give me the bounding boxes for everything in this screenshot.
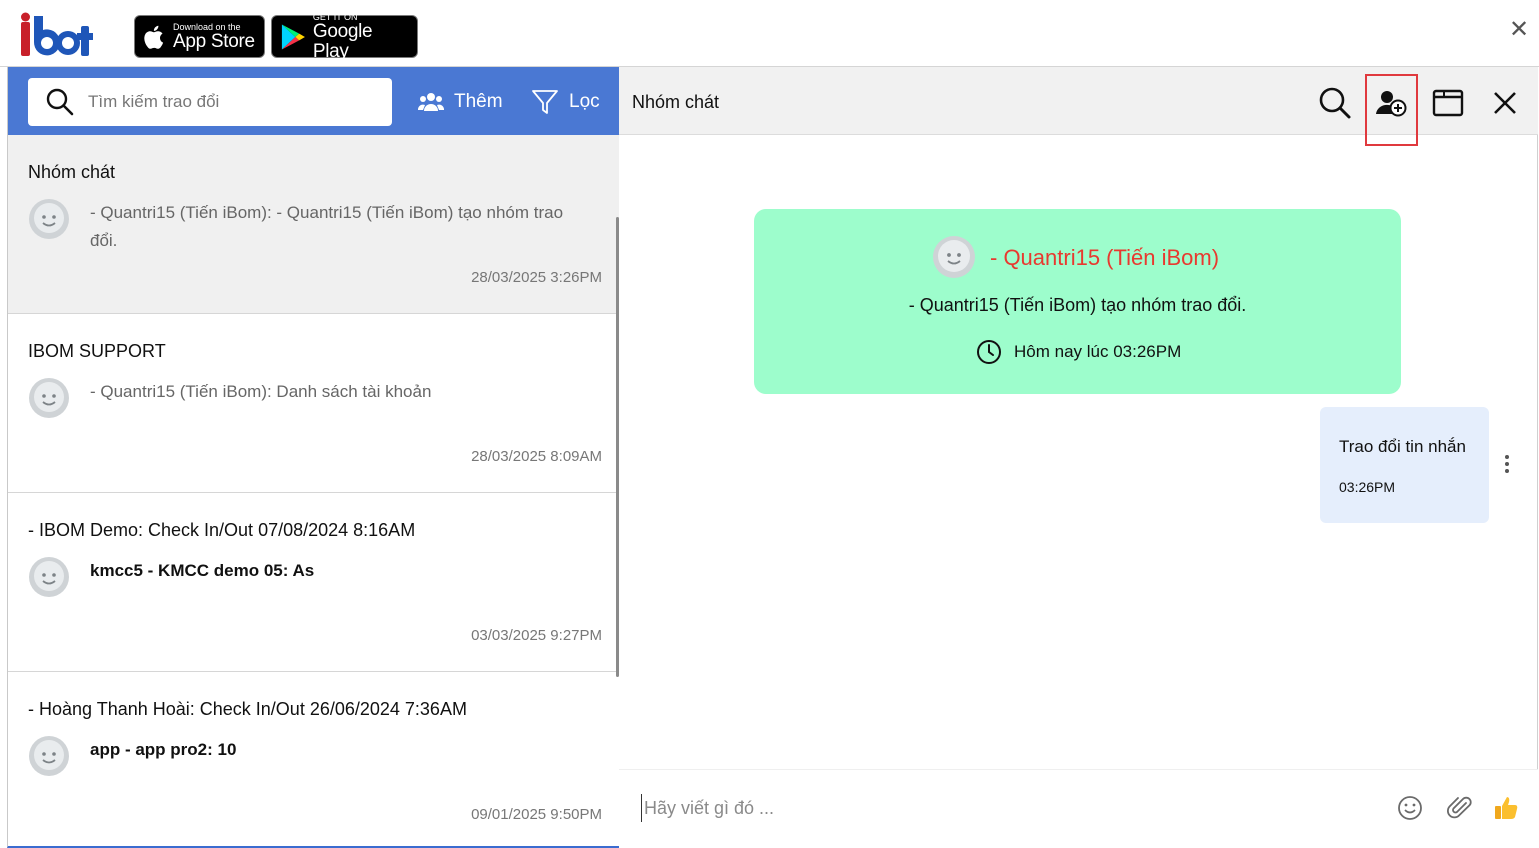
thumbs-up-icon xyxy=(1495,797,1518,819)
filter-button[interactable]: Lọc xyxy=(531,87,600,117)
conversation-item[interactable]: - Hoàng Thanh Hoài: Check In/Out 26/06/2… xyxy=(8,672,620,846)
like-button[interactable] xyxy=(1492,794,1520,822)
apple-icon xyxy=(144,25,164,49)
conversation-item[interactable]: IBOM SUPPORT - Quantri15 (Tiến iBom): Da… xyxy=(8,314,620,493)
window-icon xyxy=(1432,89,1464,117)
chat-search-button[interactable] xyxy=(1317,85,1353,121)
search-input[interactable] xyxy=(88,92,368,112)
app-store-badge[interactable]: Download on the App Store xyxy=(134,15,265,58)
message-text: Trao đổi tin nhắn xyxy=(1339,437,1466,456)
google-play-small: GET IT ON xyxy=(312,11,358,22)
app-store-big: App Store xyxy=(173,30,255,52)
search-icon xyxy=(1319,87,1351,119)
search-icon xyxy=(46,88,74,116)
app-store-small: Download on the xyxy=(173,21,241,32)
system-time-text: Hôm nay lúc 03:26PM xyxy=(1014,342,1182,361)
avatar-icon xyxy=(29,736,69,776)
conversation-time: 09/01/2025 9:50PM xyxy=(471,806,602,823)
avatar-icon xyxy=(933,236,975,278)
more-vertical-icon[interactable] xyxy=(1501,453,1513,475)
chat-close-button[interactable] xyxy=(1487,85,1523,121)
conversation-panel: Thêm Lọc Nhóm chát - Quantri15 (Tiến iBo… xyxy=(7,67,620,848)
avatar-icon xyxy=(29,199,69,239)
message-time: 03:26PM xyxy=(1339,479,1396,495)
add-label: Thêm xyxy=(454,91,503,112)
attach-button[interactable] xyxy=(1446,794,1474,822)
chat-panel: Nhóm chát - Quantri15 (Tiến iBom) - Quan… xyxy=(619,67,1538,848)
conversation-title: Nhóm chát xyxy=(28,162,116,182)
conversation-title: - IBOM Demo: Check In/Out 07/08/2024 8:1… xyxy=(28,520,416,540)
conversation-item[interactable]: Nhóm chát - Quantri15 (Tiến iBom): - Qua… xyxy=(8,135,620,314)
conversation-header: Thêm Lọc xyxy=(8,67,620,135)
system-message-text: - Quantri15 (Tiến iBom) tạo nhóm trao đổ… xyxy=(908,295,1247,315)
conversation-time: 28/03/2025 8:09AM xyxy=(471,448,602,465)
add-button[interactable]: Thêm xyxy=(418,87,503,117)
close-icon xyxy=(1494,92,1516,114)
filter-label: Lọc xyxy=(569,91,600,112)
conversation-message: app - app pro2: 10 xyxy=(90,740,237,759)
search-box[interactable] xyxy=(28,78,392,126)
emoji-button[interactable] xyxy=(1396,794,1424,822)
emoji-icon xyxy=(1398,796,1422,820)
conversation-time: 28/03/2025 3:26PM xyxy=(471,269,602,286)
chat-header: Nhóm chát xyxy=(619,67,1538,146)
google-play-big: Google Play xyxy=(312,20,373,62)
compose-bar xyxy=(619,769,1538,848)
group-icon xyxy=(418,93,444,111)
message-input[interactable] xyxy=(641,794,1341,822)
conversation-time: 03/03/2025 9:27PM xyxy=(471,627,602,644)
conversation-message: - Quantri15 (Tiến iBom): Danh sách tài k… xyxy=(90,382,432,401)
conversation-item[interactable]: - IBOM Demo: Check In/Out 07/08/2024 8:1… xyxy=(8,493,620,672)
clock-icon xyxy=(977,340,1001,364)
conversation-title: - Hoàng Thanh Hoài: Check In/Out 26/06/2… xyxy=(28,699,467,719)
system-message-card: - Quantri15 (Tiến iBom) - Quantri15 (Tiế… xyxy=(754,209,1401,394)
conversation-title: IBOM SUPPORT xyxy=(28,341,166,361)
highlight-box xyxy=(1365,74,1418,146)
system-sender-name: - Quantri15 (Tiến iBom) xyxy=(990,245,1220,270)
top-bar: Download on the App Store GET IT ON Goog… xyxy=(0,0,1539,67)
filter-icon xyxy=(532,90,558,114)
ibot-logo xyxy=(21,12,93,56)
system-message-time: Hôm nay lúc 03:26PM xyxy=(976,339,1181,365)
google-play-badge[interactable]: GET IT ON Google Play xyxy=(271,11,418,61)
message-bubble[interactable]: Trao đổi tin nhắn 03:26PM xyxy=(1320,407,1489,523)
window-button[interactable] xyxy=(1430,85,1466,121)
conversation-message: kmcc5 - KMCC demo 05: As xyxy=(90,561,315,580)
chat-title: Nhóm chát xyxy=(632,92,720,112)
close-icon[interactable]: ✕ xyxy=(1509,18,1529,42)
conversation-message: - Quantri15 (Tiến iBom): - Quantri15 (Ti… xyxy=(90,203,564,250)
google-play-icon xyxy=(281,24,305,49)
paperclip-icon xyxy=(1447,796,1472,819)
conversation-list: Nhóm chát - Quantri15 (Tiến iBom): - Qua… xyxy=(8,135,620,846)
avatar-icon xyxy=(29,557,69,597)
avatar-icon xyxy=(29,378,69,418)
